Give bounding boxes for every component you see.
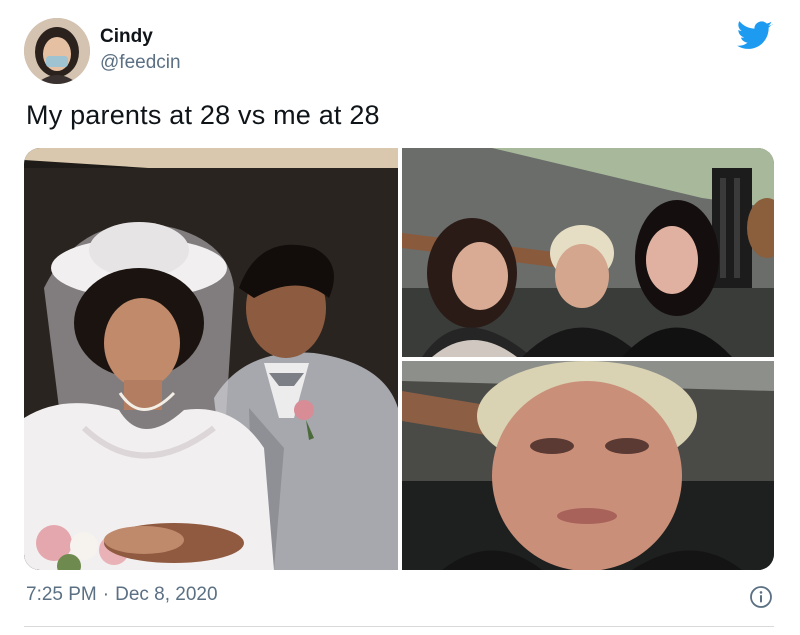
closeup-photo[interactable] [402,361,774,570]
tweet-date: Dec 8, 2020 [115,584,218,605]
tweet-time: 7:25 PM [26,584,97,605]
media-grid [24,148,774,570]
tweet-card: Cindy @feedcin My parents at 28 vs me at… [0,0,800,635]
twitter-bird-icon[interactable] [737,20,773,52]
info-icon[interactable] [749,585,773,609]
bottom-divider [24,626,774,627]
tweet-text: My parents at 28 vs me at 28 [26,100,380,130]
group-selfie-photo[interactable] [402,148,774,357]
display-name[interactable]: Cindy [100,26,153,48]
avatar[interactable] [24,18,90,84]
meta-separator: · [102,584,110,605]
tweet-timestamp[interactable]: 7:25 PM · Dec 8, 2020 [26,584,218,606]
wedding-photo[interactable] [24,148,398,570]
user-handle[interactable]: @feedcin [100,52,181,74]
